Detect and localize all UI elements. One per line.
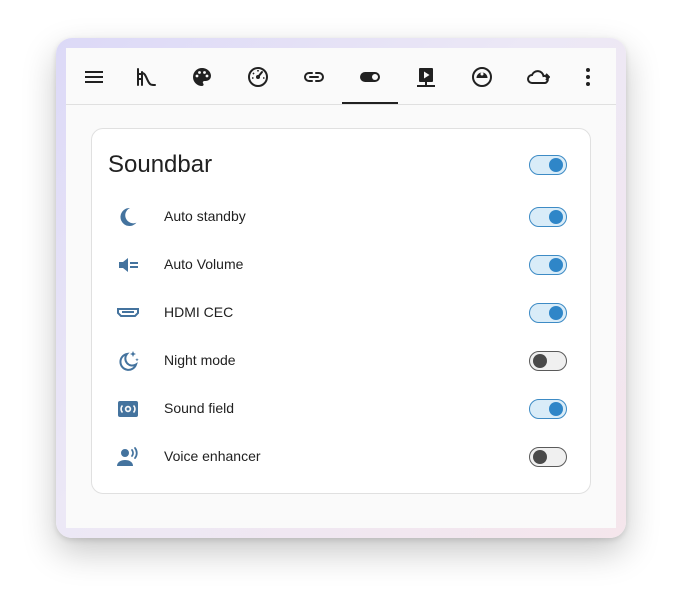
master-toggle[interactable]	[529, 155, 567, 175]
row-label: Night mode	[164, 352, 236, 368]
account-voice-icon	[117, 447, 138, 466]
switch-thumb	[549, 210, 563, 224]
moon-icon	[120, 207, 137, 226]
card-title: Soundbar	[108, 151, 213, 178]
row-label: Auto Volume	[164, 256, 244, 272]
menu-icon[interactable]	[82, 65, 106, 89]
tab-cloud[interactable]	[510, 48, 566, 104]
hdmi-cec-toggle[interactable]	[529, 303, 567, 323]
entity-row-auto-volume: Auto Volume	[92, 241, 590, 289]
hdmi-port-icon	[117, 308, 139, 317]
top-toolbar	[66, 48, 616, 105]
link-icon	[304, 72, 324, 82]
app-window: Soundbar Auto standby Auto Volume HDMI C…	[56, 38, 626, 538]
auto-standby-toggle[interactable]	[529, 207, 567, 227]
play-box-icon	[417, 68, 435, 87]
moon-star-icon	[119, 351, 139, 371]
sound-field-toggle[interactable]	[529, 399, 567, 419]
switch-thumb	[533, 450, 547, 464]
stairs-icon	[137, 68, 156, 86]
entity-row-voice-enhancer: Voice enhancer	[92, 433, 590, 481]
palette-icon	[193, 68, 211, 86]
switch-thumb	[533, 354, 547, 368]
speaker-field-icon	[118, 401, 138, 417]
tab-switches[interactable]	[342, 48, 398, 104]
row-label: Auto standby	[164, 208, 246, 224]
tab-speedometer[interactable]	[230, 48, 286, 104]
switch-thumb	[549, 258, 563, 272]
auto-volume-toggle[interactable]	[529, 255, 567, 275]
entity-row-sound-field: Sound field	[92, 385, 590, 433]
voice-enhancer-toggle[interactable]	[529, 447, 567, 467]
tab-stairs[interactable]	[118, 48, 174, 104]
cloud-arrow-icon	[527, 70, 550, 84]
tab-vacuum[interactable]	[454, 48, 510, 104]
toggle-switch-icon	[360, 72, 380, 82]
robot-vacuum-icon	[472, 67, 492, 87]
row-label: Voice enhancer	[164, 448, 261, 464]
tab-link[interactable]	[286, 48, 342, 104]
dashboard-app: Soundbar Auto standby Auto Volume HDMI C…	[66, 48, 616, 528]
switch-thumb	[549, 402, 563, 416]
soundbar-card: Soundbar Auto standby Auto Volume HDMI C…	[91, 128, 591, 494]
tab-media[interactable]	[398, 48, 454, 104]
entity-row-night-mode: Night mode	[92, 337, 590, 385]
tab-palette[interactable]	[174, 48, 230, 104]
row-label: HDMI CEC	[164, 304, 234, 320]
switch-thumb	[549, 158, 563, 172]
night-mode-toggle[interactable]	[529, 351, 567, 371]
entity-row-auto-standby: Auto standby	[92, 193, 590, 241]
volume-equal-icon	[119, 258, 138, 272]
row-label: Sound field	[164, 400, 235, 416]
entity-row-hdmi-cec: HDMI CEC	[92, 289, 590, 337]
speedometer-icon	[248, 67, 268, 87]
more-vertical-icon[interactable]	[576, 65, 600, 89]
switch-thumb	[549, 306, 563, 320]
